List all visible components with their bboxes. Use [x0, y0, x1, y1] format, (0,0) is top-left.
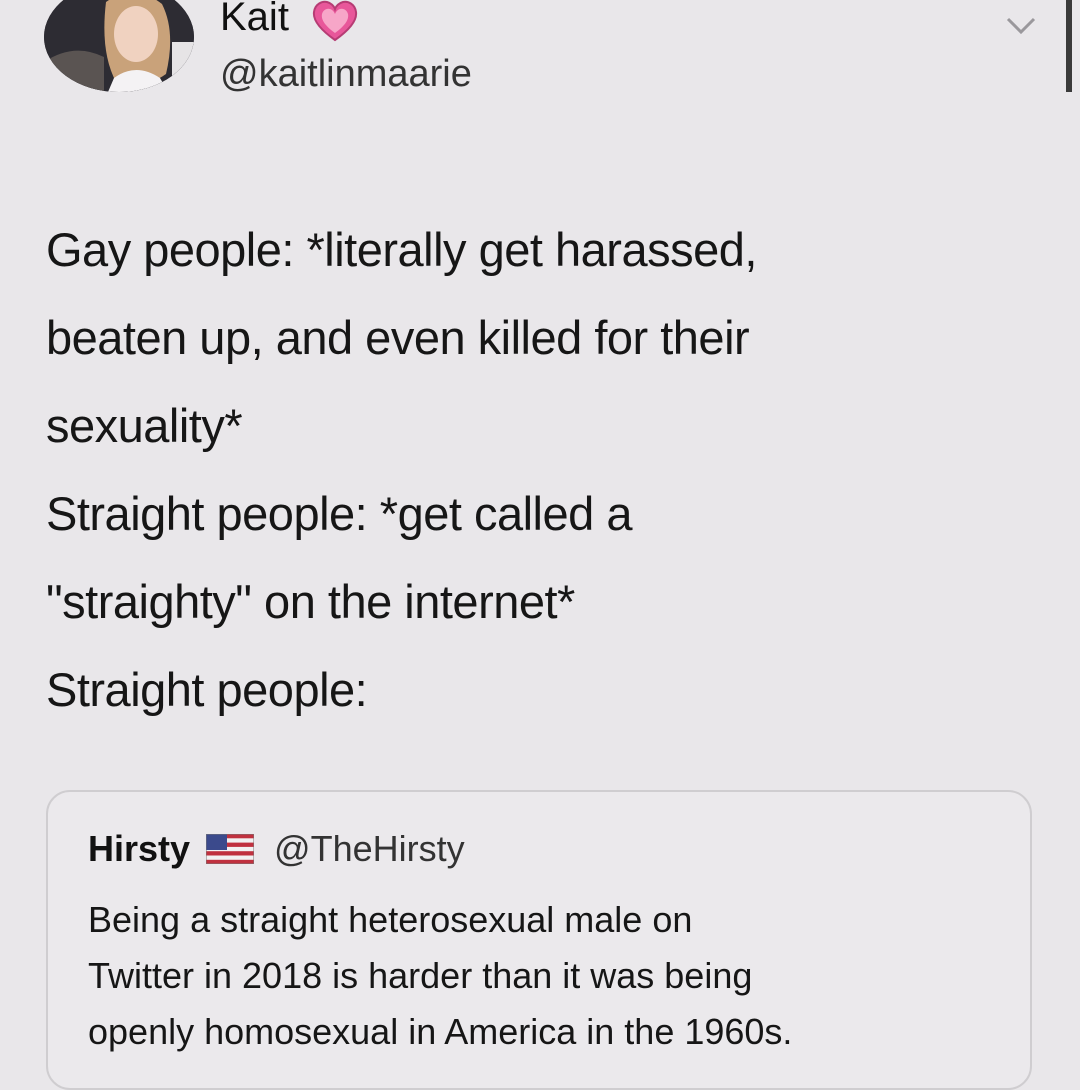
scrollbar[interactable]: [1066, 0, 1072, 92]
author-name[interactable]: Kait: [220, 0, 289, 42]
quoted-text-line: openly homosexual in America in the 1960…: [88, 1011, 793, 1052]
quoted-tweet-text: Being a straight heterosexual male on Tw…: [88, 892, 1008, 1060]
tweet-text-line: "straighty" on the internet*: [46, 575, 575, 628]
tweet-text: Gay people: *literally get harassed, bea…: [46, 206, 1036, 734]
quoted-text-line: Being a straight heterosexual male on: [88, 899, 693, 940]
author-handle[interactable]: @kaitlinmaarie: [220, 50, 472, 98]
heart-icon: [312, 0, 358, 42]
us-flag-icon: [206, 834, 255, 864]
tweet-text-line: sexuality*: [46, 399, 243, 452]
quoted-author-name[interactable]: Hirsty: [88, 828, 190, 870]
tweet-text-line: Straight people:: [46, 663, 368, 716]
tweet-text-line: Gay people: *literally get harassed,: [46, 223, 757, 276]
chevron-down-icon[interactable]: [1004, 14, 1038, 38]
quoted-text-line: Twitter in 2018 is harder than it was be…: [88, 955, 753, 996]
tweet-text-line: Straight people: *get called a: [46, 487, 632, 540]
tweet: Kait @kaitlinmaarie Gay people: *literal…: [0, 0, 1080, 1090]
quoted-author-handle[interactable]: @TheHirsty: [274, 828, 465, 870]
tweet-text-line: beaten up, and even killed for their: [46, 311, 750, 364]
quoted-tweet-card[interactable]: Hirsty @TheHirsty Being a straight heter…: [46, 790, 1032, 1090]
avatar[interactable]: [44, 0, 194, 92]
quoted-tweet-header: Hirsty @TheHirsty: [88, 826, 465, 872]
